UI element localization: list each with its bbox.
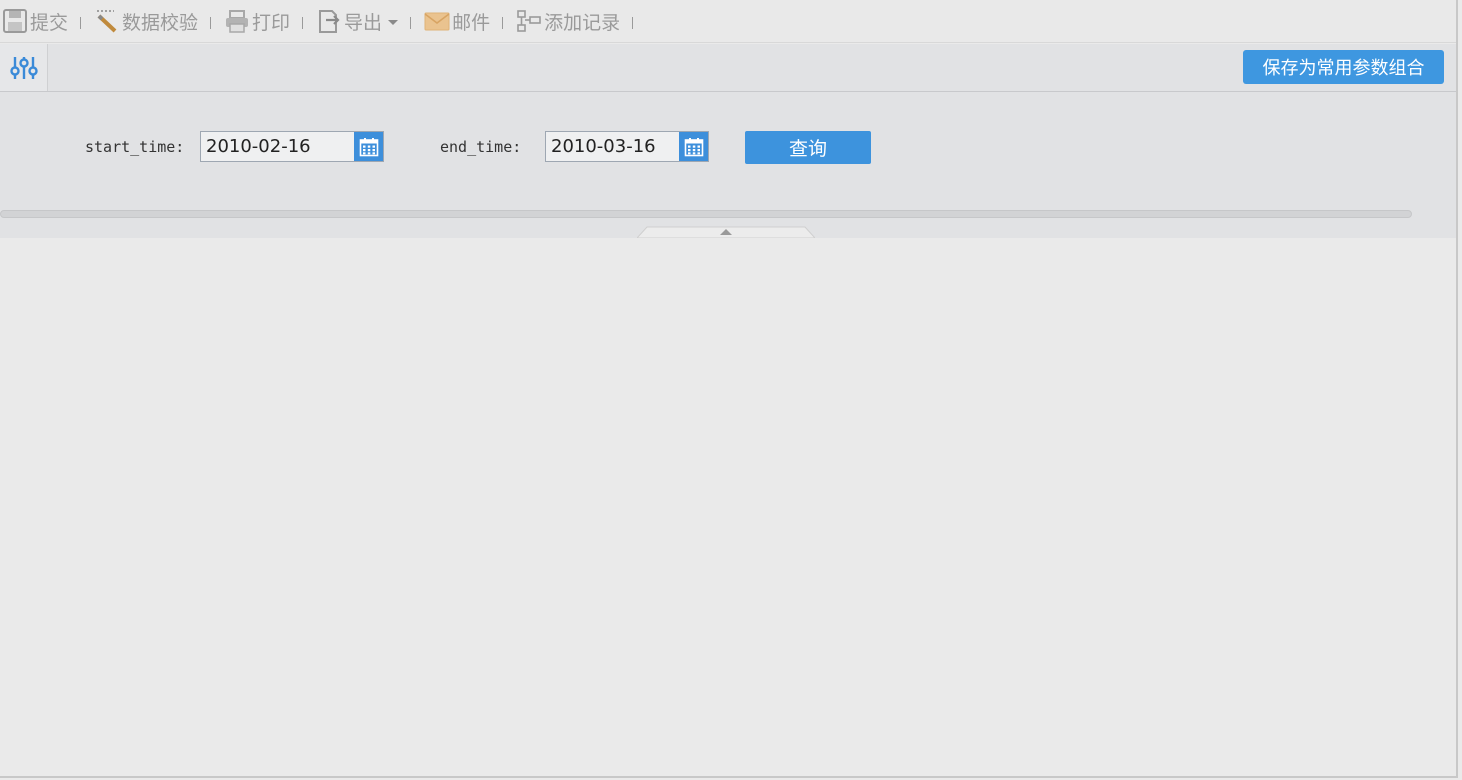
query-button[interactable]: 查询 [745, 131, 871, 164]
toolbar: 提交 数据校验 打印 导出 邮件 添加记录 [0, 0, 1456, 43]
end-time-label: end_time: [440, 138, 522, 156]
end-time-calendar-button[interactable] [679, 132, 708, 161]
horizontal-scrollbar[interactable] [0, 210, 1412, 218]
print-button[interactable]: 打印 [222, 0, 290, 43]
calendar-icon [684, 137, 703, 156]
start-time-calendar-button[interactable] [354, 132, 383, 161]
toolbar-separator [502, 17, 504, 29]
collapse-panel-tab[interactable] [637, 226, 815, 238]
toolbar-separator [632, 17, 634, 29]
end-time-datepicker [545, 131, 709, 162]
mail-label: 邮件 [452, 11, 491, 34]
toolbar-separator [302, 17, 304, 29]
start-time-datepicker [200, 131, 384, 162]
data-validate-button[interactable]: 数据校验 [92, 0, 198, 43]
export-label: 导出 [344, 11, 383, 34]
mail-button[interactable]: 邮件 [422, 0, 490, 43]
toolbar-separator [80, 17, 82, 29]
mail-icon [424, 12, 450, 31]
report-content-area [0, 238, 1456, 776]
parameter-panel-body: start_time: end_time: [0, 92, 1456, 238]
printer-icon [226, 10, 249, 33]
export-icon [319, 10, 340, 33]
start-time-input[interactable] [201, 131, 354, 162]
report-window: 提交 数据校验 打印 导出 邮件 添加记录 保存为常用参数组合 start_ti… [0, 0, 1458, 778]
add-record-button[interactable]: 添加记录 [514, 0, 620, 43]
add-record-label: 添加记录 [544, 11, 621, 34]
toolbar-separator [410, 17, 412, 29]
end-time-input[interactable] [546, 131, 679, 162]
parameter-panel-header: 保存为常用参数组合 [0, 44, 1456, 92]
start-time-label: start_time: [85, 138, 185, 156]
pencil-icon [97, 10, 117, 33]
save-parameter-combo-button[interactable]: 保存为常用参数组合 [1243, 50, 1444, 84]
data-validate-label: 数据校验 [122, 11, 199, 34]
toolbar-separator [210, 17, 212, 29]
print-label: 打印 [252, 11, 291, 34]
save-icon [3, 9, 27, 33]
parameter-toggle-button[interactable] [0, 44, 48, 91]
chevron-down-icon[interactable] [388, 20, 399, 25]
submit-button[interactable]: 提交 [0, 0, 68, 43]
export-button[interactable]: 导出 [314, 0, 399, 43]
submit-label: 提交 [30, 11, 69, 34]
calendar-icon [359, 137, 378, 156]
add-record-icon [517, 10, 541, 32]
sliders-icon [9, 56, 38, 79]
